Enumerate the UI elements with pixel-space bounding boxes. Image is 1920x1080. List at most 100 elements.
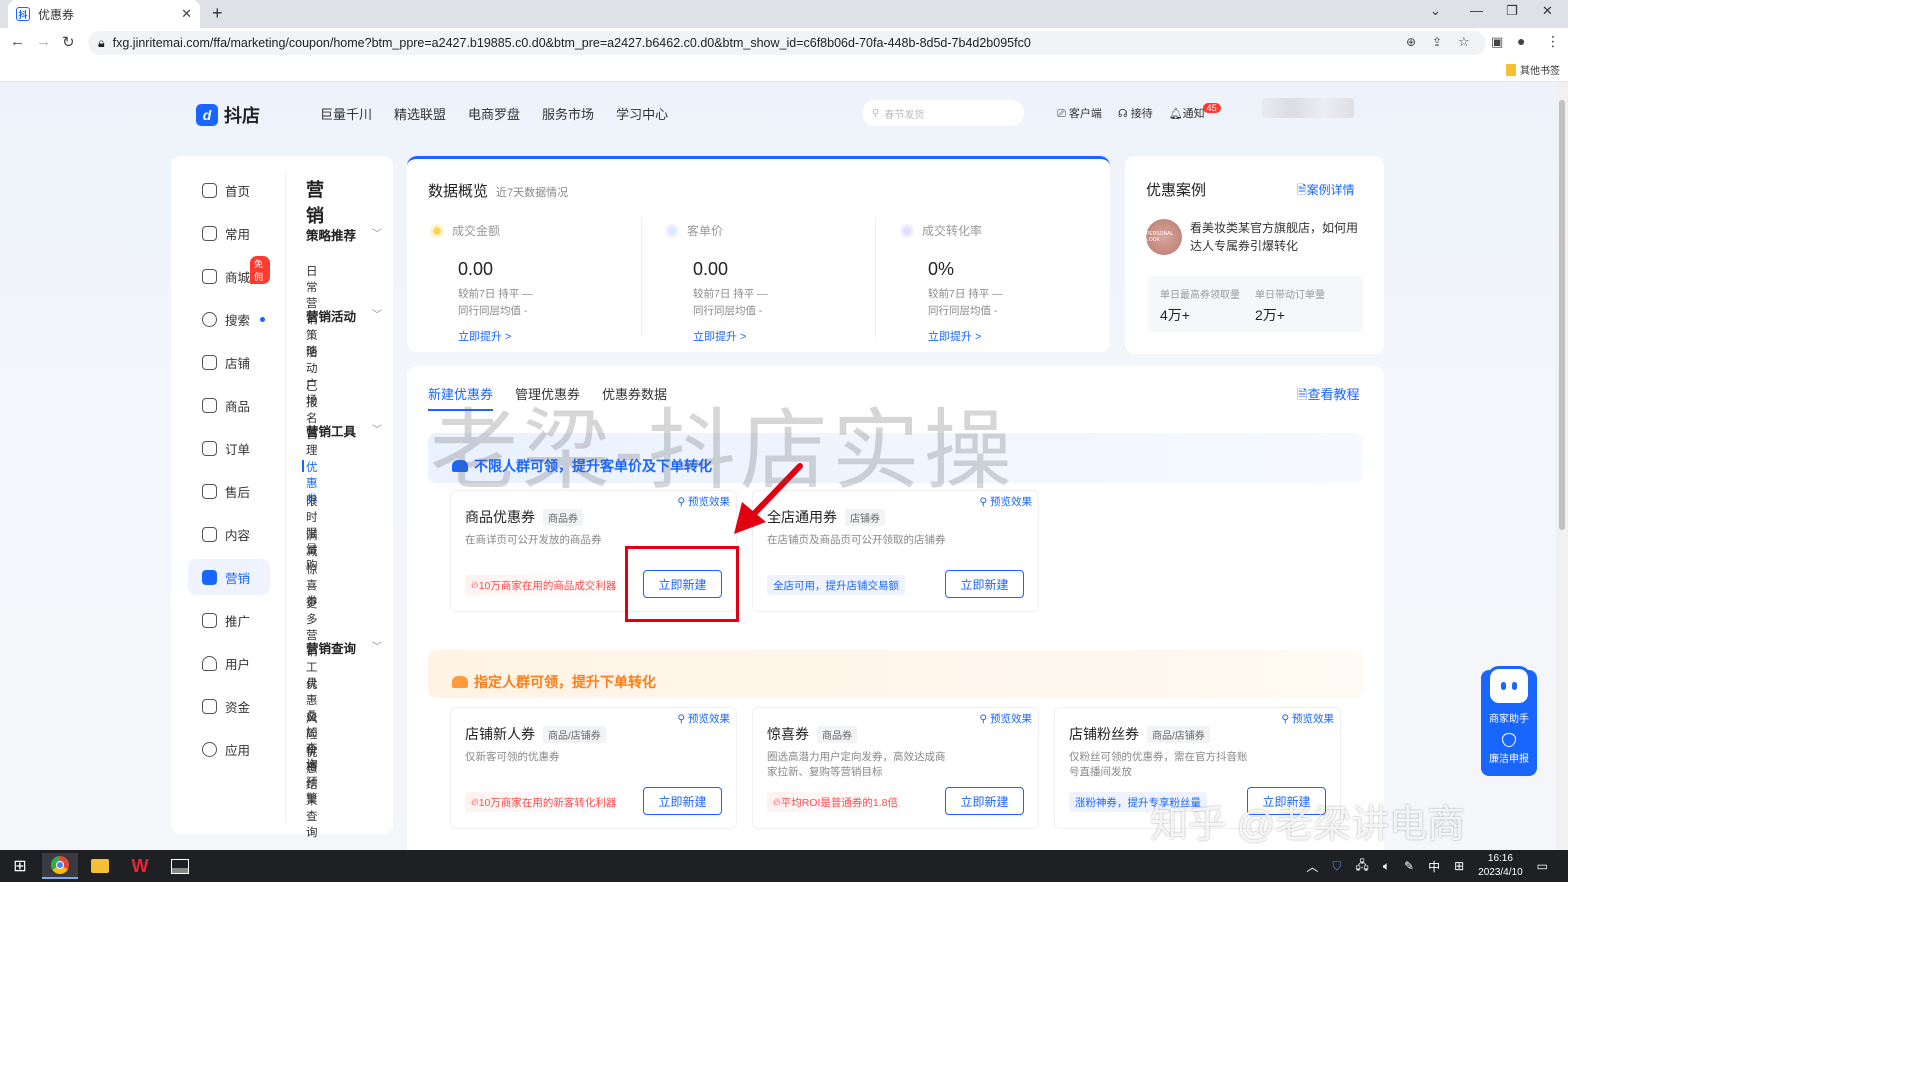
improve-link[interactable]: 立即提升 > (458, 328, 630, 344)
url-text: fxg.jinritemai.com/ffa/marketing/coupon/… (112, 36, 1031, 50)
notifications[interactable]: 🔔︎通知 45 (1169, 103, 1221, 121)
sidebar-item-content[interactable]: 内容 (188, 516, 270, 552)
robot-icon (1487, 666, 1531, 706)
tray-expand-icon[interactable]: ︿ (1306, 858, 1318, 875)
chevron-down-icon: ﹀ (372, 642, 382, 653)
coupon-card-surprise: 惊喜券 商品券 ⚲ 预览效果 圈选高潜力用户定向发券，高效达成商家拉新、复购等营销… (752, 707, 1039, 829)
sidebar-item-apps[interactable]: 应用 (188, 731, 270, 767)
minimize-icon[interactable]: — (1470, 3, 1483, 18)
case-description[interactable]: 看美妆类某官方旗舰店，如何用达人专属券引爆转化 (1190, 219, 1362, 255)
sidebar-item-funds[interactable]: 资金 (188, 688, 270, 724)
create-new-customer-coupon-button[interactable]: 立即新建 (643, 787, 722, 815)
case-details-link[interactable]: 🗎︎案例详情 (1297, 181, 1355, 202)
sidebar-item-orders[interactable]: 订单 (188, 430, 270, 466)
tab-search-icon[interactable]: ⌄ (1430, 3, 1441, 19)
preview-link[interactable]: ⚲ 预览效果 (1281, 711, 1334, 726)
sidebar-item-search[interactable]: 搜索 (188, 301, 270, 337)
tutorial-link[interactable]: 🗎︎查看教程 (1297, 384, 1359, 408)
fire-icon: 🔥︎ (471, 795, 479, 808)
url-field[interactable]: 🔒︎ fxg.jinritemai.com/ffa/marketing/coup… (88, 31, 1486, 55)
keyboard-layout-icon[interactable]: ⊞ (1454, 859, 1464, 873)
helper-label: 商家助手 (1489, 714, 1529, 725)
nav-lianmeng[interactable]: 精选联盟 (394, 104, 446, 123)
system-tray: ︿ ⛉ 🖧︎ 🔈︎ ✎ 中 ⊞ 16:16 2023/4/10 ▭ (1306, 852, 1548, 880)
sidebar-item-users[interactable]: 用户 (188, 645, 270, 681)
hint-badge: 🔥︎ 平均ROI是普通券的1.8倍 (767, 792, 904, 812)
sidebar-item-home[interactable]: 首页 (188, 172, 270, 208)
client-download[interactable]: ⎚ 客户端 (1057, 105, 1102, 121)
group-query[interactable]: 营销查询 ﹀ (306, 638, 382, 657)
nav-service-market[interactable]: 服务市场 (542, 104, 594, 123)
douyin-favicon-icon: 抖 (16, 7, 30, 21)
group-activities[interactable]: 营销活动 ﹀ (306, 306, 382, 325)
doudian-logo[interactable]: d 抖店 (196, 102, 260, 128)
create-store-coupon-button[interactable]: 立即新建 (945, 570, 1024, 598)
nav-qianchuan[interactable]: 巨量千川 (320, 104, 372, 123)
reception[interactable]: ☊ 接待 (1118, 105, 1153, 121)
create-surprise-coupon-button[interactable]: 立即新建 (945, 787, 1024, 815)
volume-icon[interactable]: 🔈︎ (1383, 859, 1390, 874)
restore-icon[interactable]: ❐ (1506, 3, 1518, 19)
clock[interactable]: 16:16 2023/4/10 (1478, 852, 1523, 880)
file-explorer-icon[interactable] (82, 853, 118, 879)
scrollbar-thumb[interactable] (1559, 100, 1565, 530)
group-strategy[interactable]: 策略推荐 ﹀ (306, 225, 382, 244)
improve-link[interactable]: 立即提升 > (693, 328, 865, 344)
sidebar-divider (285, 172, 286, 822)
shield-icon[interactable]: ⛉ (1332, 859, 1341, 874)
new-tab-icon[interactable]: + (212, 3, 223, 24)
search-input[interactable]: ⚲ 春节发货 (862, 100, 1024, 126)
windows-start-icon[interactable]: ⊞ (2, 853, 38, 879)
sidebar-item-common[interactable]: 常用 (188, 215, 270, 251)
browser-tab[interactable]: 抖 优惠券 ✕ (8, 0, 200, 28)
window-close-icon[interactable]: ✕ (1542, 3, 1553, 19)
chevron-down-icon: ﹀ (372, 310, 382, 321)
card-icon (665, 223, 679, 238)
preview-link[interactable]: ⚲ 预览效果 (677, 711, 730, 726)
sidepanel-icon[interactable]: ▣ (1491, 34, 1503, 50)
other-bookmarks[interactable]: 其他书签 (1506, 62, 1560, 77)
chrome-taskbar-icon[interactable] (42, 853, 78, 879)
sidebar-item-aftersale[interactable]: 售后 (188, 473, 270, 509)
magnifier-icon: ⚲ (677, 713, 688, 725)
notification-center-icon[interactable]: ▭ (1537, 859, 1548, 873)
preview-link[interactable]: ⚲ 预览效果 (979, 711, 1032, 726)
avatar[interactable] (1262, 98, 1354, 118)
pen-icon[interactable]: ✎ (1404, 859, 1414, 873)
network-icon[interactable]: 🖧︎ (1355, 856, 1368, 877)
zoom-icon[interactable]: ⊕ (1406, 35, 1416, 49)
photos-icon[interactable] (162, 853, 198, 879)
sidebar-item-shop[interactable]: 店铺 (188, 344, 270, 380)
group-tools[interactable]: 营销工具 ﹀ (306, 421, 382, 440)
back-icon[interactable]: ← (10, 33, 25, 50)
menu-registered[interactable]: 已报名管理 (306, 378, 318, 458)
divider (875, 218, 876, 338)
tab-title: 优惠券 (38, 7, 75, 22)
improve-link[interactable]: 立即提升 > (928, 328, 1100, 344)
send-icon (202, 612, 217, 628)
group-icon (452, 676, 468, 688)
refund-icon (202, 483, 217, 499)
close-tab-icon[interactable]: ✕ (181, 6, 192, 22)
metric-avg-price: 客单价 0.00 较前7日 持平 — 同行同层均值 - 立即提升 > (665, 222, 865, 344)
folder-icon (202, 225, 217, 241)
sidebar-item-promotion[interactable]: 推广 (188, 602, 270, 638)
forward-icon[interactable]: → (36, 33, 51, 50)
menu-full-reduction[interactable]: 满减 (306, 527, 318, 559)
sidebar-item-mall[interactable]: 商城 免佣 (188, 256, 270, 294)
report-label[interactable]: 廉洁申报 (1481, 750, 1537, 765)
fire-icon: 🔥︎ (471, 578, 479, 591)
sidebar-item-goods[interactable]: 商品 (188, 387, 270, 423)
ime-indicator[interactable]: 中 (1428, 858, 1440, 875)
menu-icon[interactable]: ⋮ (1546, 33, 1560, 50)
profile-icon[interactable]: ● (1517, 33, 1525, 49)
wps-icon[interactable]: W (122, 853, 158, 879)
reload-icon[interactable]: ↻ (62, 33, 75, 51)
share-icon[interactable]: ⇪ (1432, 35, 1442, 49)
nav-luopan[interactable]: 电商罗盘 (468, 104, 520, 123)
menu-result-query[interactable]: 优惠结果查询 (306, 744, 318, 840)
bookmark-star-icon[interactable]: ☆ (1458, 34, 1470, 50)
store-icon (202, 268, 217, 284)
nav-learning[interactable]: 学习中心 (616, 104, 668, 123)
sidebar-item-marketing[interactable]: 营销 (188, 559, 270, 595)
